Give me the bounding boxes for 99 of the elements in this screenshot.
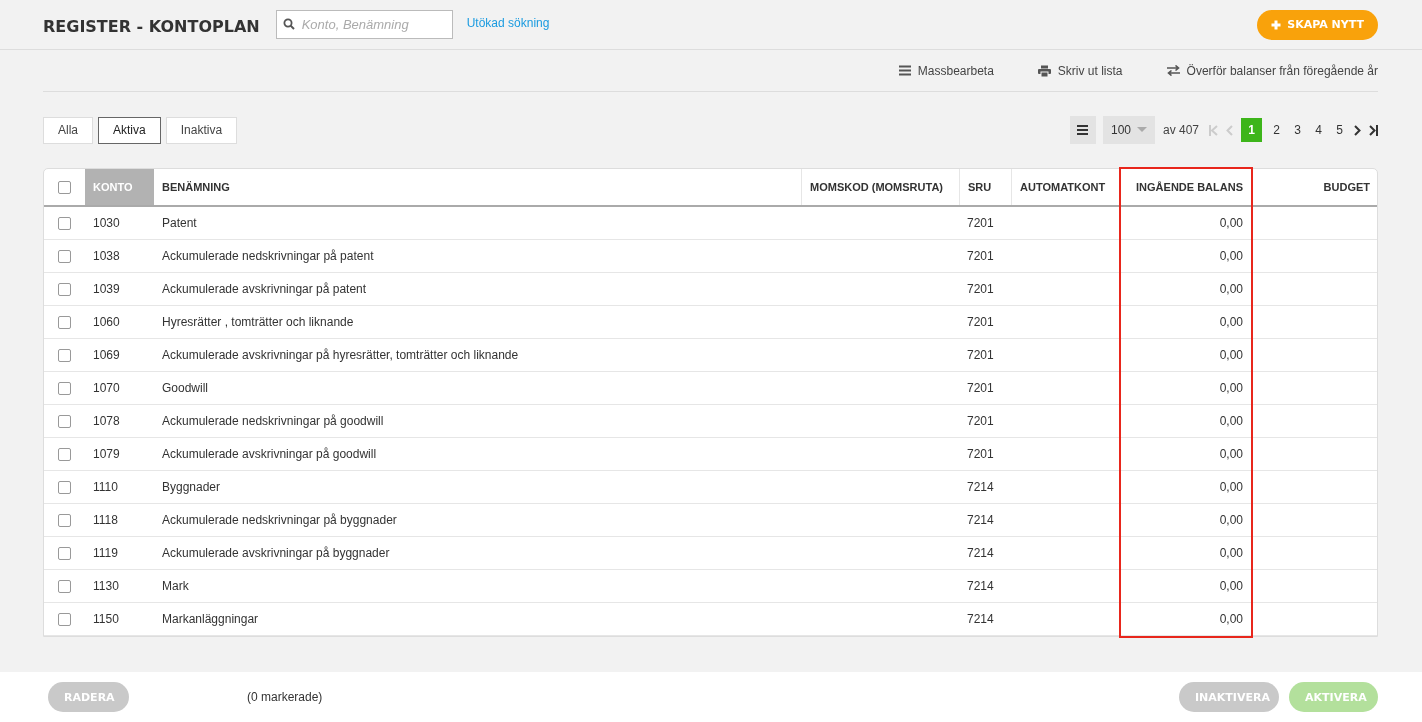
table-cell-text: Ackumulerade nedskrivningar på patent — [161, 248, 375, 265]
table-cell-text: Ackumulerade avskrivningar på hyresrätter, tomträtter och liknande — [161, 347, 520, 364]
first-page-icon[interactable] — [1209, 124, 1218, 136]
table-cell-text: 7201 — [966, 446, 995, 463]
table-cell-text: Ackumulerade avskrivningar på goodwill — [161, 446, 378, 463]
table-cell-text: 1119 — [92, 545, 119, 562]
table-cell-text: 1118 — [92, 512, 119, 529]
previous-page-icon[interactable] — [1226, 124, 1233, 136]
row-checkbox[interactable] — [58, 414, 71, 428]
table-cell-text: 1078 — [92, 413, 121, 430]
page-button[interactable]: 2 — [1268, 118, 1285, 142]
row-checkbox[interactable] — [58, 447, 71, 461]
table-cell-text: Goodwill — [161, 380, 210, 397]
table-cell-text: 7201 — [966, 413, 995, 430]
filter-tab[interactable]: Aktiva — [98, 116, 161, 144]
table-cell-text: 1110 — [92, 479, 119, 496]
table-cell-text: 0,00 — [1218, 314, 1244, 331]
table-cell-text: 0,00 — [1218, 347, 1244, 364]
table-cell-text: 1069 — [92, 347, 121, 364]
caret-icon — [1136, 127, 1147, 133]
table-cell-text: Hyresrätter , tomträtter och liknande — [161, 314, 355, 331]
table-cell-text: 7214 — [966, 611, 995, 628]
swap-arrows-icon — [1166, 65, 1180, 76]
page-button[interactable]: 4 — [1310, 118, 1327, 142]
menu-icon — [898, 65, 911, 76]
table-cell-text: 0,00 — [1218, 248, 1244, 265]
table-cell-text: Ackumulerade avskrivningar på patent — [161, 281, 368, 298]
row-checkbox[interactable] — [58, 480, 71, 494]
last-page-icon[interactable] — [1369, 124, 1378, 136]
row-checkbox[interactable] — [58, 249, 71, 263]
row-checkbox[interactable] — [58, 282, 71, 296]
column-header[interactable]: AUTOMATKONT — [1011, 169, 1119, 205]
table-cell-text: Ackumulerade nedskrivningar på byggnader — [161, 512, 398, 529]
row-checkbox[interactable] — [58, 315, 71, 329]
toolbar-link[interactable]: Massbearbeta — [898, 63, 994, 78]
row-checkbox[interactable] — [58, 579, 71, 593]
table-cell-text: 0,00 — [1218, 545, 1244, 562]
row-checkbox[interactable] — [58, 381, 71, 395]
row-checkbox[interactable] — [58, 546, 71, 560]
table-cell-text: 7214 — [966, 578, 995, 595]
page-button[interactable]: 5 — [1331, 118, 1348, 142]
page-title: REGISTER - KONTOPLAN — [43, 17, 260, 36]
table-cell-text: 1030 — [92, 215, 121, 232]
plus-icon — [1271, 19, 1282, 30]
table-cell-text: 7214 — [966, 545, 995, 562]
table-cell-text: 0,00 — [1218, 578, 1244, 595]
table-cell-text: 0,00 — [1218, 446, 1244, 463]
table-cell-text: 7201 — [966, 347, 995, 364]
table-cell-text: 7201 — [966, 215, 995, 232]
list-menu-button[interactable] — [1069, 116, 1096, 144]
column-header[interactable]: SRU — [959, 169, 1011, 205]
table-cell-text: 7201 — [966, 380, 995, 397]
column-header[interactable]: INGÅENDE BALANS — [1119, 169, 1253, 205]
menu-icon — [1077, 125, 1089, 135]
table-cell-text: 1150 — [92, 611, 120, 628]
selected-count: (0 markerade) — [247, 690, 323, 704]
toolbar-link[interactable]: Skriv ut lista — [1037, 63, 1123, 78]
total-count: av 407 — [1162, 123, 1199, 137]
table-cell-text: 7201 — [966, 248, 995, 265]
table-cell-text: 0,00 — [1218, 479, 1244, 496]
page-button[interactable]: 3 — [1289, 118, 1306, 142]
filter-tab[interactable]: Alla — [43, 116, 93, 144]
table-cell-text: Patent — [161, 215, 198, 232]
table-cell-text: 0,00 — [1218, 215, 1244, 232]
table-cell-text: Mark — [161, 578, 190, 595]
filter-tab[interactable]: Inaktiva — [165, 116, 238, 144]
column-header[interactable]: BUDGET — [1253, 169, 1378, 205]
search-icon — [282, 18, 295, 30]
table-cell-text: 1079 — [92, 446, 121, 463]
per-page-select[interactable]: 100 — [1102, 116, 1155, 144]
search-field[interactable]: Konto, Benämning — [275, 10, 453, 39]
table-cell-text: 1060 — [92, 314, 121, 331]
table-cell-text: 1070 — [92, 380, 121, 397]
toolbar-link[interactable]: Överför balanser från föregående år — [1166, 63, 1378, 78]
table-cell-text: 1038 — [92, 248, 121, 265]
table-cell-text: 0,00 — [1218, 512, 1244, 529]
column-header[interactable]: BENÄMNING — [154, 169, 801, 205]
table-cell-text: Ackumulerade nedskrivningar på goodwill — [161, 413, 385, 430]
printer-icon — [1037, 64, 1051, 77]
select-all-checkbox[interactable] — [58, 180, 71, 194]
table-cell-text: 0,00 — [1218, 413, 1244, 430]
table-cell-text: 0,00 — [1218, 380, 1244, 397]
table-cell-text: 7201 — [966, 314, 995, 331]
row-checkbox[interactable] — [58, 348, 71, 362]
column-header[interactable]: MOMSKOD (MOMSRUTA) — [801, 169, 959, 205]
table-cell-text: 1039 — [92, 281, 121, 298]
table-cell-text: 1130 — [92, 578, 120, 595]
row-checkbox[interactable] — [58, 612, 71, 626]
table-cell-text: Ackumulerade avskrivningar på byggnader — [161, 545, 391, 562]
next-page-icon[interactable] — [1354, 124, 1361, 136]
row-checkbox[interactable] — [58, 216, 71, 230]
table-cell-text: 0,00 — [1218, 611, 1244, 628]
table-cell-text: 7214 — [966, 512, 995, 529]
table-cell-text: Markanläggningar — [161, 611, 260, 628]
table-cell-text: 7201 — [966, 281, 995, 298]
table-cell-text: 0,00 — [1218, 281, 1244, 298]
table-cell-text: Byggnader — [161, 479, 222, 496]
table-cell-text: 7214 — [966, 479, 995, 496]
row-checkbox[interactable] — [58, 513, 71, 527]
